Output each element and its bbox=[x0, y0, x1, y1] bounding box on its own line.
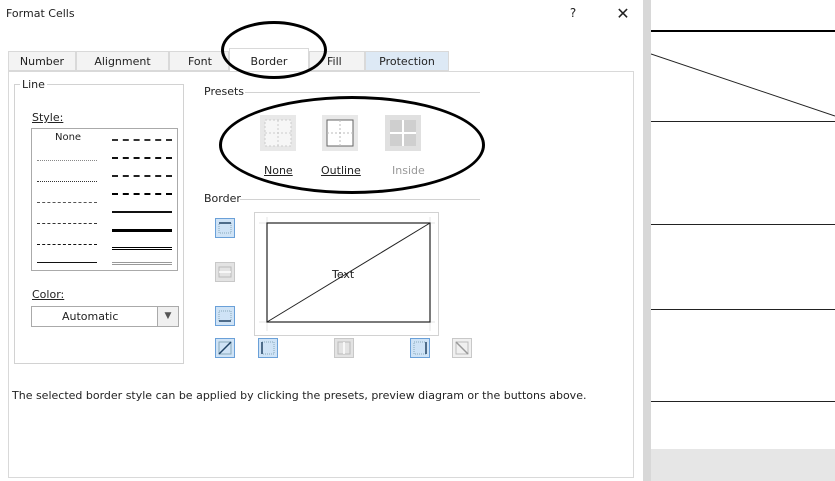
border-bottom-button[interactable] bbox=[215, 306, 235, 326]
tab-border[interactable]: Border bbox=[229, 48, 309, 72]
border-bottom-icon bbox=[218, 310, 232, 322]
line-style-medium-dash-dot[interactable] bbox=[110, 169, 174, 183]
preset-inside-icon bbox=[385, 115, 421, 151]
sheet-gridline bbox=[651, 121, 835, 122]
presets-label: Presets bbox=[202, 85, 247, 98]
line-style-double[interactable] bbox=[110, 241, 174, 255]
chevron-down-icon[interactable]: ▼ bbox=[157, 307, 178, 326]
preset-outline-label-text: Outline bbox=[321, 164, 361, 177]
border-inside-vertical-icon bbox=[337, 341, 351, 355]
line-style-medium[interactable] bbox=[110, 205, 174, 219]
preset-outline-label: Outline bbox=[321, 164, 361, 177]
tab-alignment[interactable]: Alignment bbox=[76, 51, 169, 71]
help-button[interactable]: ? bbox=[563, 3, 583, 23]
line-group-label: Line bbox=[20, 78, 47, 91]
help-text: The selected border style can be applied… bbox=[12, 389, 587, 402]
tab-font[interactable]: Font bbox=[169, 51, 229, 71]
color-value: Automatic bbox=[62, 310, 119, 323]
border-top-button[interactable] bbox=[215, 218, 235, 238]
sheet-gridline bbox=[651, 401, 835, 402]
preset-outline-button[interactable] bbox=[322, 115, 358, 151]
border-inside-vertical-button[interactable] bbox=[334, 338, 354, 358]
border-inside-horizontal-button[interactable] bbox=[215, 262, 235, 282]
sheet-divider bbox=[643, 0, 651, 481]
tab-number[interactable]: Number bbox=[8, 51, 76, 71]
diagonal-up-icon bbox=[218, 341, 232, 355]
border-left-button[interactable] bbox=[258, 338, 278, 358]
dialog-title: Format Cells bbox=[6, 7, 75, 20]
preset-none-label-text: None bbox=[264, 164, 293, 177]
line-style-thin[interactable] bbox=[35, 256, 99, 270]
line-style-none[interactable]: None bbox=[35, 132, 99, 147]
sheet-gridline bbox=[651, 309, 835, 310]
tab-bar: Number Alignment Font Fill Protection Bo… bbox=[8, 48, 634, 72]
line-style-thick[interactable] bbox=[110, 223, 174, 237]
preset-outline-icon bbox=[322, 115, 358, 151]
tab-fill[interactable]: Fill bbox=[309, 51, 365, 71]
style-label: Style: bbox=[32, 111, 64, 124]
border-inside-horizontal-icon bbox=[218, 266, 232, 278]
border-right-icon bbox=[413, 341, 427, 355]
border-preview-text: Text bbox=[332, 268, 355, 281]
line-style-slanted-dash-dot[interactable] bbox=[110, 151, 174, 165]
line-style-dash-dot-dot[interactable] bbox=[35, 196, 99, 210]
diagonal-down-icon bbox=[455, 341, 469, 355]
presets-divider bbox=[245, 92, 480, 93]
sheet-diagonal-line bbox=[651, 53, 835, 117]
tab-protection[interactable]: Protection bbox=[365, 51, 449, 71]
border-diagonal-down-button[interactable] bbox=[452, 338, 472, 358]
border-label: Border bbox=[202, 192, 243, 205]
preset-none-label: None bbox=[264, 164, 293, 177]
border-right-button[interactable] bbox=[410, 338, 430, 358]
color-label-text: Color: bbox=[32, 288, 65, 301]
sheet-gridline bbox=[651, 30, 835, 32]
spreadsheet-background bbox=[643, 0, 835, 481]
line-style-list[interactable]: None bbox=[31, 128, 178, 271]
border-diagonal-up-button[interactable] bbox=[215, 338, 235, 358]
border-left-icon bbox=[261, 341, 275, 355]
preset-inside-label: Inside bbox=[392, 164, 425, 177]
line-style-dashed[interactable] bbox=[35, 238, 99, 252]
color-label: Color: bbox=[32, 288, 64, 301]
line-style-double-light[interactable] bbox=[110, 256, 174, 270]
line-style-none-label: None bbox=[55, 132, 82, 143]
preset-none-button[interactable] bbox=[260, 115, 296, 151]
border-top-icon bbox=[218, 222, 232, 234]
close-button[interactable]: ✕ bbox=[612, 4, 634, 24]
border-divider bbox=[240, 199, 480, 200]
format-cells-dialog: Format Cells ? ✕ Number Alignment Font F… bbox=[0, 0, 643, 481]
sheet-gridline bbox=[651, 224, 835, 225]
sheet-status-area bbox=[651, 449, 835, 481]
preset-none-icon bbox=[260, 115, 296, 151]
line-style-dash-dot[interactable] bbox=[35, 217, 99, 231]
line-style-medium-dashed[interactable] bbox=[110, 187, 174, 201]
line-style-medium-dash-dot-dot[interactable] bbox=[110, 133, 174, 147]
line-style-hair[interactable] bbox=[35, 154, 99, 168]
line-style-dotted[interactable] bbox=[35, 175, 99, 189]
preset-inside-button[interactable] bbox=[385, 115, 421, 151]
color-dropdown[interactable]: Automatic ▼ bbox=[31, 306, 179, 327]
